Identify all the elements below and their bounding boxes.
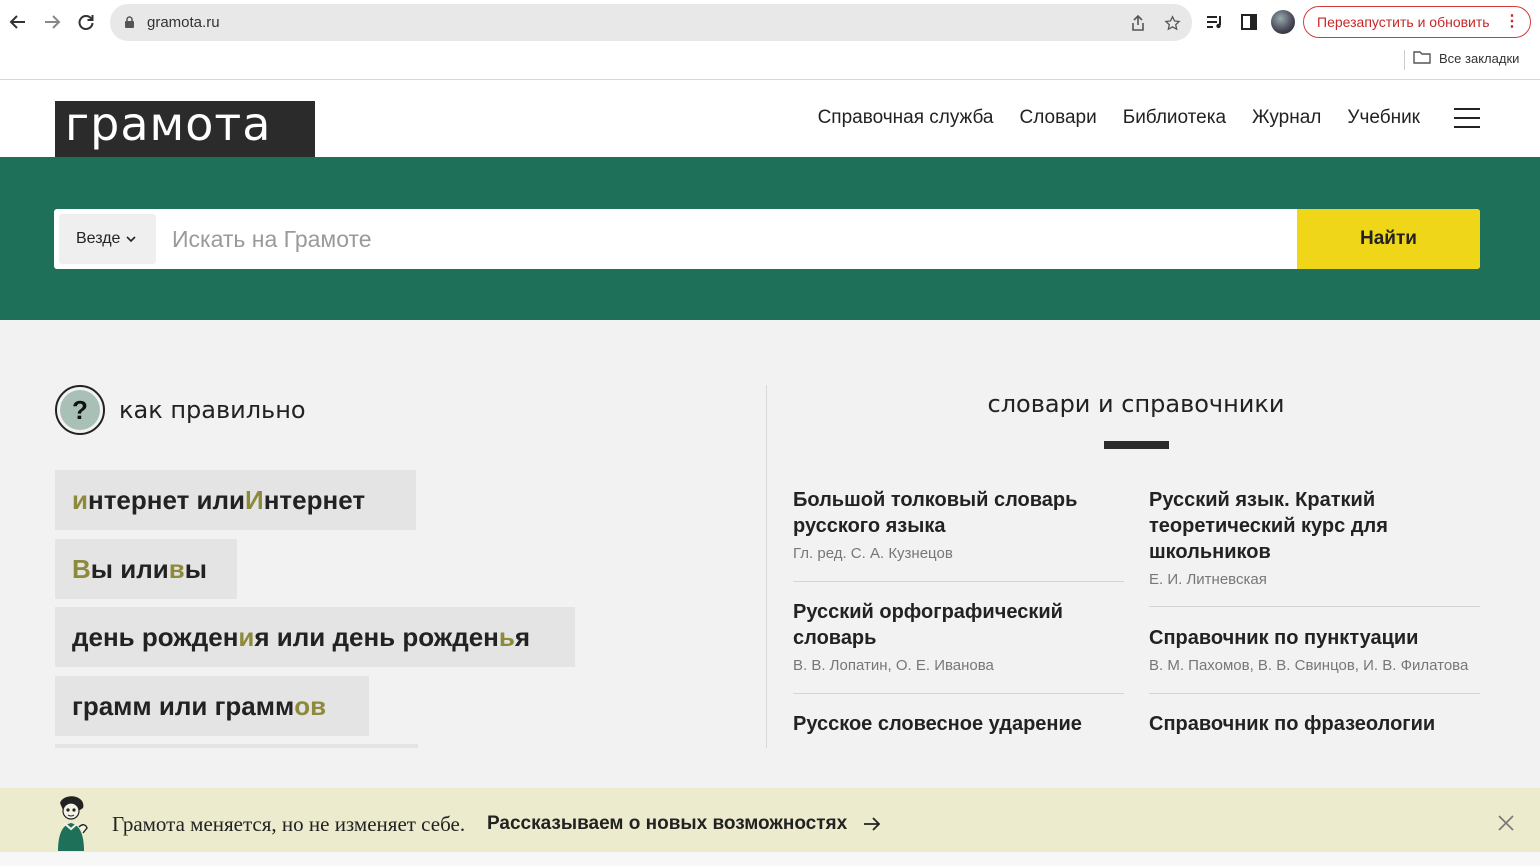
dictionary-item[interactable]: Большой толковый словарь русского языка … [793, 487, 1123, 562]
bottom-strip [0, 852, 1540, 866]
url-text: gramota.ru [147, 14, 220, 31]
lock-icon [124, 16, 135, 34]
search-button[interactable]: Найти [1297, 209, 1480, 269]
dictionary-item[interactable]: Справочник по пунктуации В. М. Пахомов, … [1149, 625, 1480, 674]
main-nav: Справочная служба Словари Библиотека Жур… [818, 107, 1420, 129]
list-divider [793, 581, 1124, 582]
address-bar[interactable]: gramota.ru [110, 4, 1192, 41]
all-bookmarks-label: Все закладки [1439, 51, 1520, 66]
pill-text: я или день рожден [254, 621, 499, 652]
highlighted-letter: В [72, 553, 91, 584]
spelling-item[interactable]: Вы или вы [55, 539, 237, 599]
nav-textbook[interactable]: Учебник [1347, 107, 1420, 129]
dictionary-item[interactable]: Русское словесное ударение [793, 711, 1123, 737]
all-bookmarks-button[interactable]: Все закладки [1413, 50, 1519, 67]
pill-text: нтернет [263, 484, 366, 515]
highlighted-letter: в [168, 553, 185, 584]
nav-dictionaries[interactable]: Словари [1020, 107, 1097, 129]
pill-text: день рожден [72, 621, 239, 652]
dictionary-authors: В. М. Пахомов, В. В. Свинцов, И. В. Фила… [1149, 657, 1469, 674]
dictionary-title: Справочник по пунктуации [1149, 627, 1419, 649]
arrow-right-icon[interactable] [862, 814, 882, 834]
spelling-item[interactable]: и нтернет или Интернет [55, 470, 416, 530]
search-form: Везде Найти [54, 209, 1480, 269]
nav-reference-service[interactable]: Справочная служба [818, 107, 994, 129]
nav-journal[interactable]: Журнал [1252, 107, 1321, 129]
search-scope-label: Везде [76, 230, 121, 247]
back-icon[interactable] [4, 8, 32, 36]
dictionary-item[interactable]: Русский орфографический словарь В. В. Ло… [793, 599, 1123, 674]
site-logo[interactable]: грамота [55, 101, 315, 157]
pill-text: ы [184, 553, 207, 584]
dictionary-title: Русский язык. Краткий теоретический курс… [1149, 489, 1388, 563]
banner-link[interactable]: Рассказываем о новых возможностях [487, 813, 847, 835]
dictionary-title: Русское словесное ударение [793, 713, 1082, 735]
dictionary-title: Большой толковый словарь русского языка [793, 489, 1078, 537]
highlighted-letter: ов [294, 690, 327, 721]
browser-chrome: gramota.ru Перезапустить и обновить ⋮ Вс… [0, 0, 1540, 80]
column-divider [766, 385, 767, 748]
folder-icon [1413, 50, 1431, 67]
side-panel-icon[interactable] [1238, 11, 1260, 33]
banner-text: Грамота меняется, но не изменяет себе. [112, 812, 466, 836]
search-band: Везде Найти [0, 157, 1540, 320]
how-correct-title: как правильно [119, 396, 306, 424]
highlighted-letter: И [245, 484, 264, 515]
hamburger-menu-icon[interactable] [1454, 108, 1480, 128]
list-divider [1149, 606, 1480, 607]
site-header: грамота Справочная служба Словари Библио… [0, 80, 1540, 157]
dictionary-item[interactable]: Русский язык. Краткий теоретический курс… [1149, 487, 1479, 588]
dictionary-authors: Е. И. Литневская [1149, 571, 1267, 588]
list-divider [793, 693, 1124, 694]
spelling-item[interactable]: день рожден и я или день рожден ь я [55, 607, 575, 667]
mascot-illustration [58, 796, 88, 851]
highlighted-letter: ь [498, 621, 515, 652]
highlighted-letter: и [72, 484, 88, 515]
pill-text: грамм или грамм [72, 690, 295, 721]
chevron-down-icon [126, 230, 137, 248]
dictionary-title: Справочник по фразеологии [1149, 713, 1436, 735]
dictionaries-title: словари и справочники [987, 390, 1285, 418]
dictionary-item[interactable]: Справочник по фразеологии [1149, 711, 1479, 737]
question-icon: ? [55, 385, 105, 435]
search-input[interactable] [172, 217, 1272, 261]
bookmark-star-icon[interactable] [1162, 13, 1182, 33]
pill-text: я [514, 621, 531, 652]
reload-icon[interactable] [72, 8, 100, 36]
pill-text: ы или [90, 553, 169, 584]
bookmarks-separator [1404, 50, 1405, 70]
dictionary-title: Русский орфографический словарь [793, 601, 1063, 649]
nav-library[interactable]: Библиотека [1123, 107, 1226, 129]
dictionary-authors: Гл. ред. С. А. Кузнецов [793, 545, 953, 562]
content-fade [0, 748, 1540, 788]
list-divider [1149, 693, 1480, 694]
more-vert-icon[interactable]: ⋮ [1504, 11, 1520, 31]
highlighted-letter: и [238, 621, 255, 652]
search-scope-select[interactable]: Везде [59, 214, 156, 264]
close-icon[interactable] [1496, 813, 1516, 833]
pill-text: нтернет или [87, 484, 246, 515]
media-control-icon[interactable] [1204, 11, 1226, 33]
relaunch-label: Перезапустить и обновить [1317, 14, 1490, 30]
relaunch-button[interactable]: Перезапустить и обновить ⋮ [1303, 6, 1531, 38]
share-icon[interactable] [1128, 13, 1148, 33]
spelling-item[interactable]: грамм или грамм ов [55, 676, 369, 736]
title-underline [1104, 441, 1169, 449]
profile-avatar[interactable] [1271, 10, 1295, 34]
forward-icon[interactable] [38, 8, 66, 36]
dictionary-authors: В. В. Лопатин, О. Е. Иванова [793, 657, 994, 674]
